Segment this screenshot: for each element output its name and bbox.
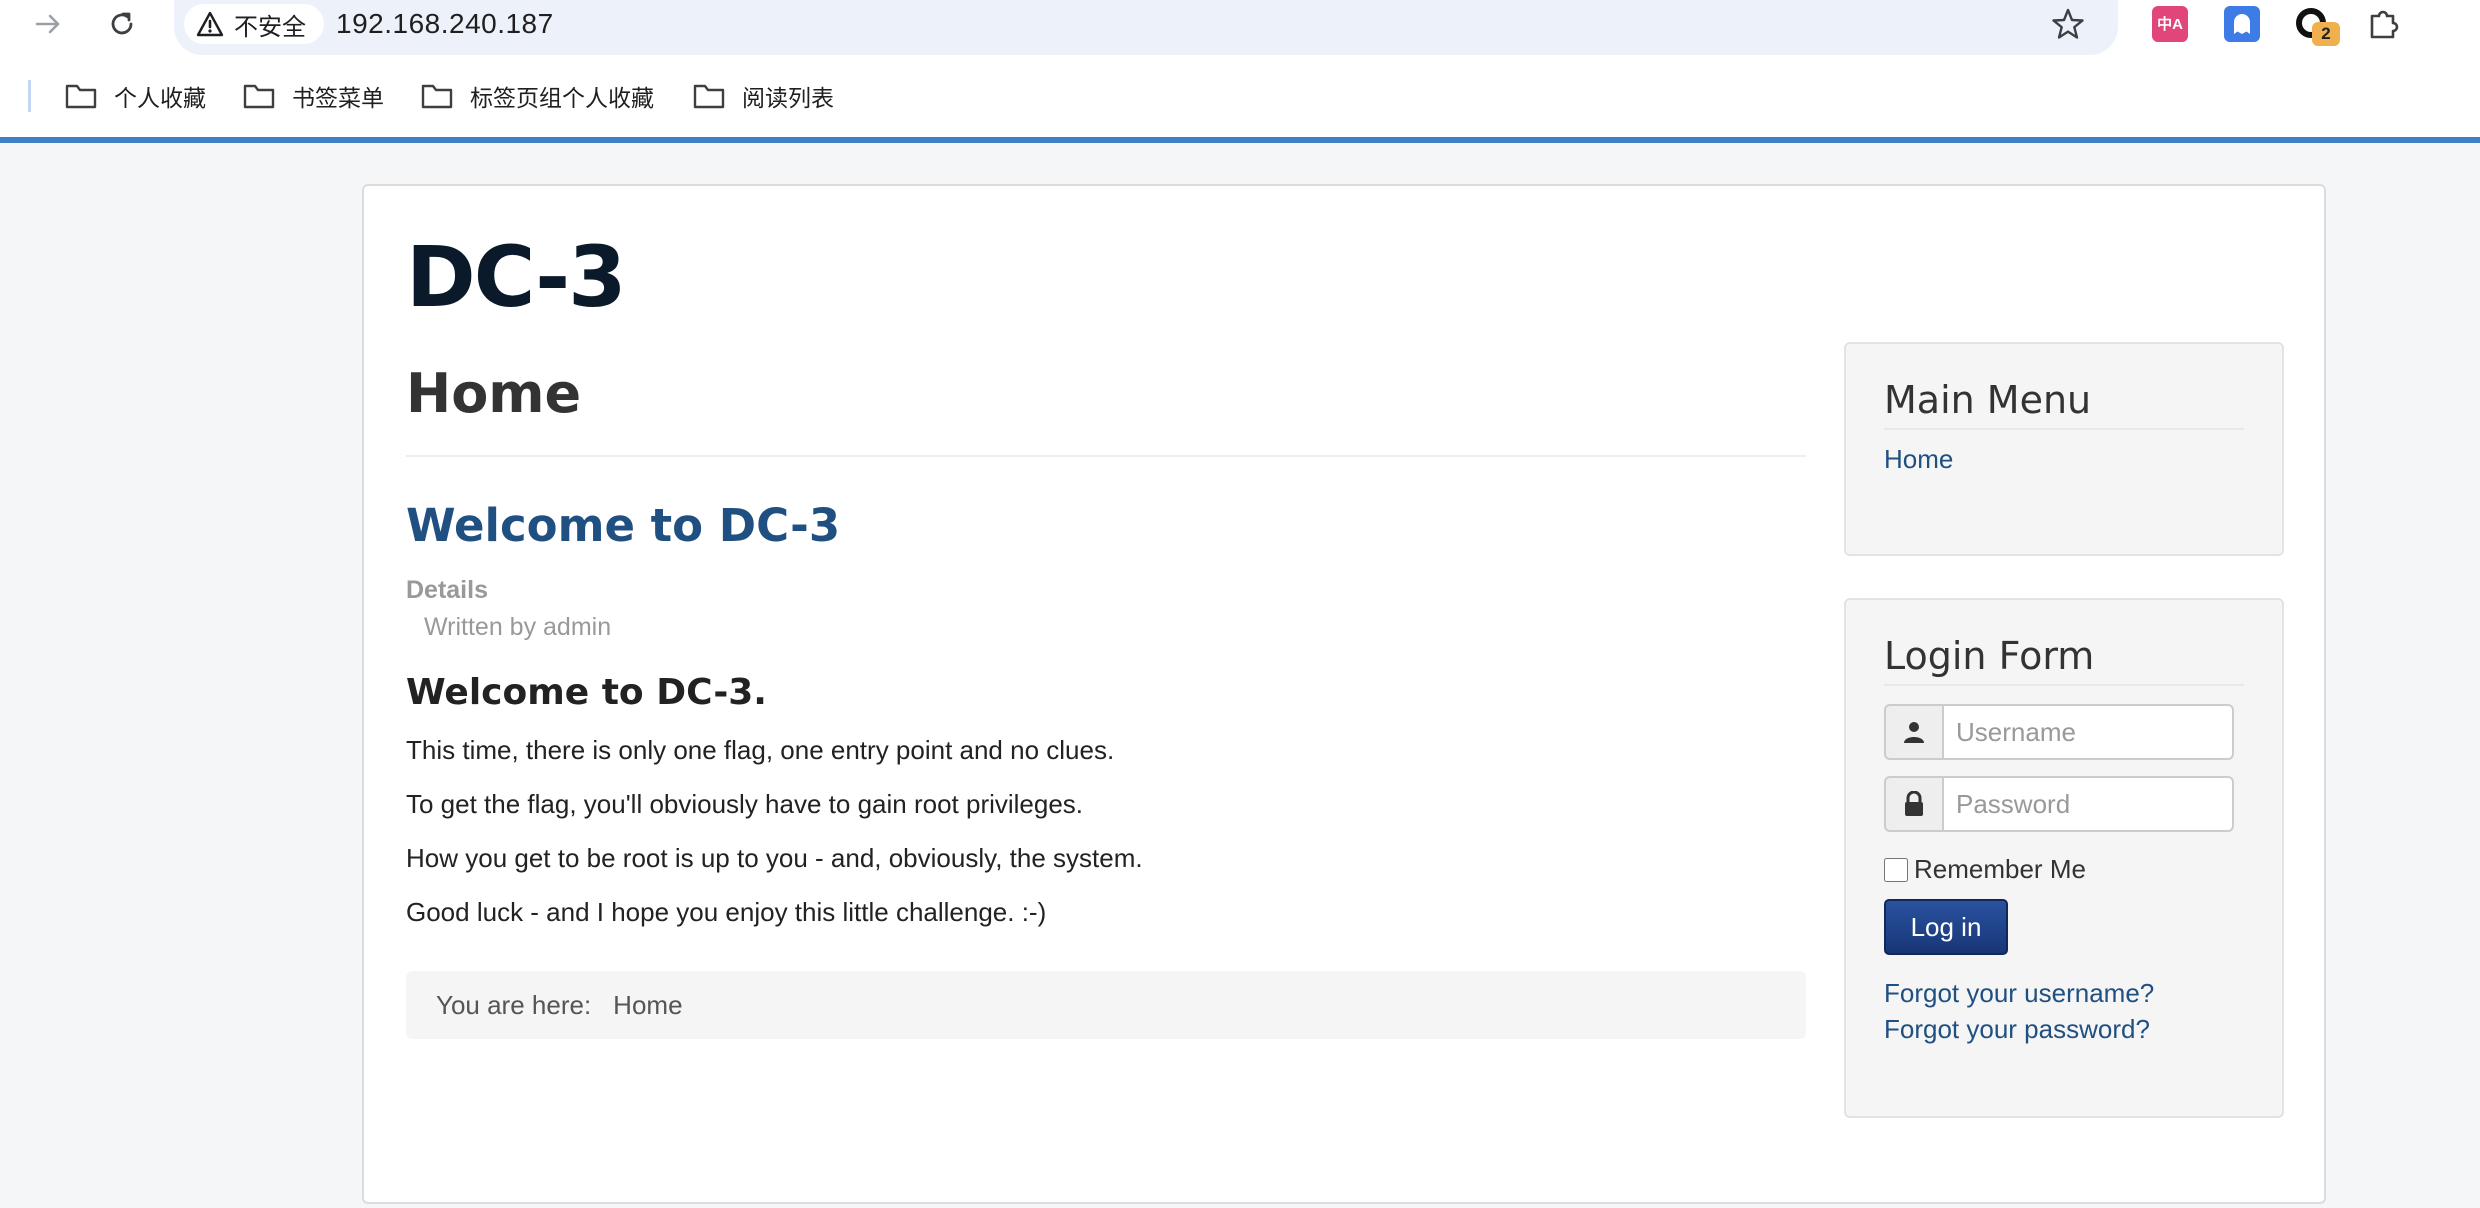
ghost-extension-icon[interactable]	[2224, 6, 2260, 42]
user-icon	[1884, 704, 1942, 760]
bookmarks-separator	[28, 80, 31, 112]
arrow-right-icon	[35, 14, 60, 34]
folder-icon	[243, 84, 275, 109]
lock-icon	[1884, 776, 1942, 832]
translate-icon-text: 中A	[2157, 15, 2183, 33]
site-top-border	[0, 137, 2480, 143]
forgot-password-link[interactable]: Forgot your password?	[1884, 1011, 2244, 1047]
reload-icon	[111, 12, 133, 35]
login-form-module: Login Form Remember Me Log in Forgot you…	[1844, 598, 2284, 1118]
extension-badge: 2	[2312, 22, 2340, 46]
page-heading: Home	[406, 362, 1806, 457]
breadcrumb-current: Home	[613, 989, 683, 1020]
main-menu-module: Main Menu Home	[1844, 342, 2284, 556]
security-chip[interactable]: 不安全	[184, 4, 324, 44]
browser-chrome: 不安全 192.168.240.187 中A 2 个人收藏 书签菜单 标签页组个…	[0, 0, 2480, 143]
author-info: Written by admin	[424, 613, 612, 641]
folder-icon	[693, 84, 725, 109]
article-paragraph: This time, there is only one flag, one e…	[406, 735, 1115, 765]
password-group	[1884, 776, 2234, 832]
bookmark-label: 书签菜单	[292, 86, 384, 112]
ghost-icon	[2234, 14, 2250, 34]
login-button[interactable]: Log in	[1884, 899, 2008, 955]
menu-item-home[interactable]: Home	[1884, 444, 2244, 475]
bookmark-item[interactable]: 阅读列表	[692, 78, 834, 114]
main-menu-title: Main Menu	[1884, 378, 2244, 430]
site-brand[interactable]: DC-3	[406, 228, 627, 326]
article-subheading: Welcome to DC-3.	[406, 672, 767, 713]
warning-icon	[196, 11, 224, 37]
url-text[interactable]: 192.168.240.187	[336, 4, 554, 44]
extensions-button[interactable]	[2366, 6, 2402, 42]
star-icon	[2052, 8, 2084, 39]
remember-me[interactable]: Remember Me	[1884, 854, 2244, 885]
article-paragraph: Good luck - and I hope you enjoy this li…	[406, 897, 1047, 927]
translate-extension-icon[interactable]: 中A	[2152, 6, 2188, 42]
bookmark-label: 个人收藏	[114, 86, 206, 112]
security-label: 不安全	[234, 13, 306, 41]
bookmarks-bar: 个人收藏 书签菜单 标签页组个人收藏 阅读列表	[0, 72, 2480, 120]
username-group	[1884, 704, 2234, 760]
article-title-link[interactable]: Welcome to DC-3	[406, 499, 1806, 552]
breadcrumb: You are here: Home	[406, 971, 1806, 1039]
address-bar[interactable]: 不安全 192.168.240.187	[174, 0, 2118, 55]
folder-icon	[65, 84, 97, 109]
bookmark-item[interactable]: 书签菜单	[242, 78, 384, 114]
username-input[interactable]	[1942, 704, 2234, 760]
sidebar: Main Menu Home Login Form Remember Me	[1844, 342, 2284, 1118]
bookmark-label: 阅读列表	[742, 86, 834, 112]
article-paragraph: To get the flag, you'll obviously have t…	[406, 789, 1084, 819]
remember-me-label: Remember Me	[1914, 854, 2086, 884]
remember-me-checkbox[interactable]	[1884, 857, 1908, 882]
login-form-title: Login Form	[1884, 634, 2244, 686]
forward-button[interactable]	[26, 2, 70, 46]
folder-icon	[421, 84, 453, 109]
puzzle-icon	[2370, 10, 2399, 39]
page-container: DC-3 Home Welcome to DC-3 Details Writte…	[362, 184, 2326, 1204]
main-content: Home Welcome to DC-3 Details Written by …	[406, 362, 1806, 1039]
details-label: Details	[406, 576, 488, 604]
article-paragraph: How you get to be root is up to you - an…	[406, 843, 1143, 873]
bookmark-item[interactable]: 个人收藏	[64, 78, 206, 114]
breadcrumb-prefix: You are here:	[436, 989, 592, 1020]
password-input[interactable]	[1942, 776, 2234, 832]
bookmark-star-button[interactable]	[2046, 2, 2090, 46]
forgot-username-link[interactable]: Forgot your username?	[1884, 975, 2244, 1011]
bookmark-label: 标签页组个人收藏	[470, 86, 654, 112]
reload-button[interactable]	[100, 2, 144, 46]
bookmark-item[interactable]: 标签页组个人收藏	[420, 78, 654, 114]
